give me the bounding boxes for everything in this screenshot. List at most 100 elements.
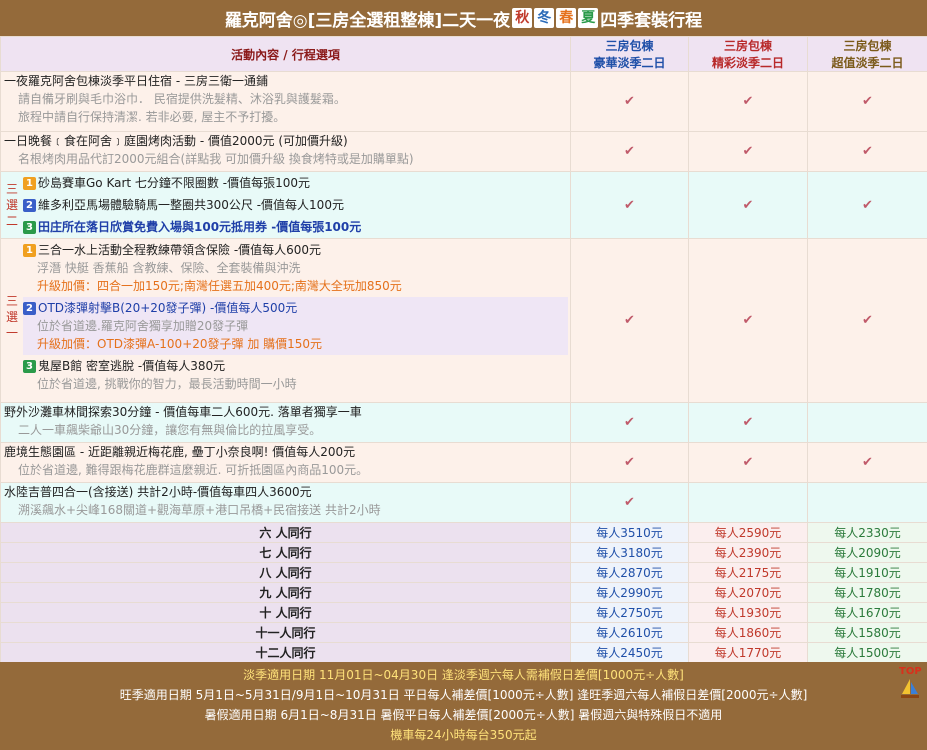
option-note: 浮潛 快艇 香蕉船 含教練、保險、全套裝備與沖洗 (37, 261, 301, 275)
option-item: 2 OTD漆彈射擊B(20+20發子彈) -價值每人500元 (23, 299, 568, 317)
activity-title: 一夜羅克阿舍包棟淡季平日住宿 - 三房三衛一通鋪 (4, 74, 268, 88)
option-block: 1 三合一水上活動全程教練帶領含保險 -價值每人600元 浮潛 快艇 香蕉船 含教… (23, 239, 570, 297)
activity-cell: 鹿境生態園區 - 近距離親近梅花鹿, 壘丁小奈良啊! 價值每人200元 位於省道… (0, 442, 571, 483)
activity-cell: 一日晚餐﹝食在阿舍﹞庭園烤肉活動 - 價值2000元 (可加價升級) 名根烤肉用… (0, 131, 571, 172)
empty-cell (807, 482, 927, 523)
package-header-exciting-line2: 精彩淡季二日 (711, 56, 784, 70)
upgrade-note: 升級加價：四合一加150元;南灣任選五加400元;南灣大全玩加850元 (37, 279, 402, 293)
sailboat-icon (901, 679, 919, 698)
option-text: OTD漆彈射擊B(20+20發子彈) -價值每人500元 (38, 301, 298, 315)
option-block: 2 OTD漆彈射擊B(20+20發子彈) -價值每人500元 位於省道邊.羅克阿舍… (23, 297, 568, 355)
top-label: TOP (899, 666, 922, 677)
price-exciting: 每人2590元 (688, 522, 808, 543)
activity-cell: 一夜羅克阿舍包棟淡季平日住宿 - 三房三衛一通鋪 請自備牙刷與毛巾浴巾． 民宿提… (0, 71, 571, 132)
choose-one-label: 三 選 一 (1, 239, 23, 395)
side-char: 三 (5, 182, 18, 196)
activity-title: 鹿境生態園區 - 近距離親近梅花鹿, 壘丁小奈良啊! 價值每人200元 (4, 445, 356, 459)
number-2-icon: 2 (23, 302, 36, 315)
price-row: 十二人同行 每人2450元 每人1770元 每人1500元 (0, 642, 927, 663)
option-item: 3 田庄所在落日欣賞免費入場與100元抵用券 -價值每張100元 (23, 216, 570, 238)
package-header-deluxe: 三房包棟 豪華淡季二日 (570, 36, 689, 72)
option-item: 3 鬼屋B館 密室逃脫 -價值每人380元 (23, 357, 570, 375)
back-to-top-button[interactable]: TOP (899, 666, 922, 706)
price-exciting: 每人1770元 (688, 642, 808, 663)
price-row: 九 人同行 每人2990元 每人2070元 每人1780元 (0, 582, 927, 603)
activity-title: 野外沙灘車林間探索30分鐘 - 價值每車二人600元. 落單者獨享一車 (4, 405, 362, 419)
package-header-exciting: 三房包棟 精彩淡季二日 (688, 36, 808, 72)
table-row: 三 選 二 1 砂島賽車Go Kart 七分鐘不限圈數 -價值每張100元 2 維多… (0, 171, 927, 239)
activity-note: 二人一車飆柴爺山30分鐘，讓您有無與倫比的拉風享受。 (18, 423, 322, 437)
option-text: 田庄所在落日欣賞免費入場與100元抵用券 -價值每張100元 (38, 220, 362, 234)
title-suffix: 四季套裝行程 (600, 10, 703, 31)
package-table: 活動內容 / 行程選項 三房包棟 豪華淡季二日 三房包棟 精彩淡季二日 三房包棟… (0, 36, 927, 663)
group-size-label: 十 人同行 (0, 602, 571, 623)
check-icon: ✔ (688, 402, 808, 443)
season-spring-icon: 春 (556, 8, 577, 28)
price-exciting: 每人2175元 (688, 562, 808, 583)
number-1-icon: 1 (23, 177, 36, 190)
check-icon: ✔ (688, 131, 808, 172)
price-deluxe: 每人2610元 (570, 622, 689, 643)
group-size-label: 七 人同行 (0, 542, 571, 563)
package-header-deluxe-line1: 三房包棟 (605, 39, 654, 53)
price-value: 每人1780元 (807, 582, 927, 603)
activity-cell: 三 選 一 1 三合一水上活動全程教練帶領含保險 -價值每人600元 浮潛 快艇 … (0, 238, 571, 403)
price-row: 六 人同行 每人3510元 每人2590元 每人2330元 (0, 522, 927, 543)
side-char: 選 (5, 198, 18, 212)
check-icon: ✔ (570, 71, 689, 132)
option-note: 位於省道邊.羅克阿舍獨享加贈20發子彈 (37, 319, 249, 333)
check-icon: ✔ (807, 131, 927, 172)
price-exciting: 每人2070元 (688, 582, 808, 603)
price-deluxe: 每人3510元 (570, 522, 689, 543)
price-deluxe: 每人2750元 (570, 602, 689, 623)
check-icon: ✔ (807, 238, 927, 403)
activity-title: 一日晚餐﹝食在阿舍﹞庭園烤肉活動 - 價值2000元 (可加價升級) (4, 134, 348, 148)
price-deluxe: 每人3180元 (570, 542, 689, 563)
activity-header: 活動內容 / 行程選項 (0, 36, 571, 72)
check-icon: ✔ (570, 238, 689, 403)
price-deluxe: 每人2870元 (570, 562, 689, 583)
package-header-value: 三房包棟 超值淡季二日 (807, 36, 927, 72)
number-2-icon: 2 (23, 199, 36, 212)
activity-note: 旅程中請自行保持清潔. 若非必要, 屋主不予打擾。 (18, 110, 286, 124)
option-text: 砂島賽車Go Kart 七分鐘不限圈數 -價值每張100元 (38, 176, 310, 190)
price-value: 每人1670元 (807, 602, 927, 623)
table-row: 一夜羅克阿舍包棟淡季平日住宿 - 三房三衛一通鋪 請自備牙刷與毛巾浴巾． 民宿提… (0, 71, 927, 132)
check-icon: ✔ (570, 482, 689, 523)
table-row: 三 選 一 1 三合一水上活動全程教練帶領含保險 -價值每人600元 浮潛 快艇 … (0, 238, 927, 403)
empty-cell (807, 402, 927, 443)
footer-scooter: 機車每24小時每台350元起 (390, 728, 537, 742)
check-icon: ✔ (688, 171, 808, 239)
activity-cell: 野外沙灘車林間探索30分鐘 - 價值每車二人600元. 落單者獨享一車 二人一車… (0, 402, 571, 443)
package-header-deluxe-line2: 豪華淡季二日 (593, 56, 666, 70)
season-summer-icon: 夏 (578, 8, 599, 28)
check-icon: ✔ (570, 131, 689, 172)
title-prefix: 羅克阿舍◎[三房全選租整棟]二天一夜 (224, 10, 511, 31)
check-icon: ✔ (807, 71, 927, 132)
option-text: 三合一水上活動全程教練帶領含保險 -價值每人600元 (38, 243, 322, 257)
price-value: 每人1500元 (807, 642, 927, 663)
table-row: 野外沙灘車林間探索30分鐘 - 價值每車二人600元. 落單者獨享一車 二人一車… (0, 402, 927, 443)
option-item: 1 三合一水上活動全程教練帶領含保險 -價值每人600元 (23, 241, 570, 259)
price-exciting: 每人2390元 (688, 542, 808, 563)
footer-notes: 淡季適用日期 11月01日~04月30日 逢淡季週六每人需補假日差價[1000元… (0, 662, 927, 750)
group-size-label: 十一人同行 (0, 622, 571, 643)
check-icon: ✔ (688, 442, 808, 483)
option-text: 維多利亞馬場體驗騎馬一整圈共300公尺 -價值每人100元 (38, 198, 344, 212)
check-icon: ✔ (807, 442, 927, 483)
check-icon: ✔ (688, 71, 808, 132)
price-value: 每人2330元 (807, 522, 927, 543)
activity-note: 溯溪飆水+尖峰168關道+觀海草原+港口吊橋+民宿接送 共計2小時 (18, 503, 381, 517)
price-row: 十一人同行 每人2610元 每人1860元 每人1580元 (0, 622, 927, 643)
side-char: 二 (5, 214, 18, 228)
option-note: 位於省道邊, 挑戰你的智力，最長活動時間一小時 (37, 377, 297, 391)
price-exciting: 每人1860元 (688, 622, 808, 643)
price-deluxe: 每人2450元 (570, 642, 689, 663)
option-item: 1 砂島賽車Go Kart 七分鐘不限圈數 -價值每張100元 (23, 172, 570, 194)
price-row: 八 人同行 每人2870元 每人2175元 每人1910元 (0, 562, 927, 583)
group-size-label: 九 人同行 (0, 582, 571, 603)
season-icons: 秋 冬 春 夏 (512, 8, 599, 28)
price-row: 十 人同行 每人2750元 每人1930元 每人1670元 (0, 602, 927, 623)
check-icon: ✔ (570, 442, 689, 483)
price-value: 每人2090元 (807, 542, 927, 563)
